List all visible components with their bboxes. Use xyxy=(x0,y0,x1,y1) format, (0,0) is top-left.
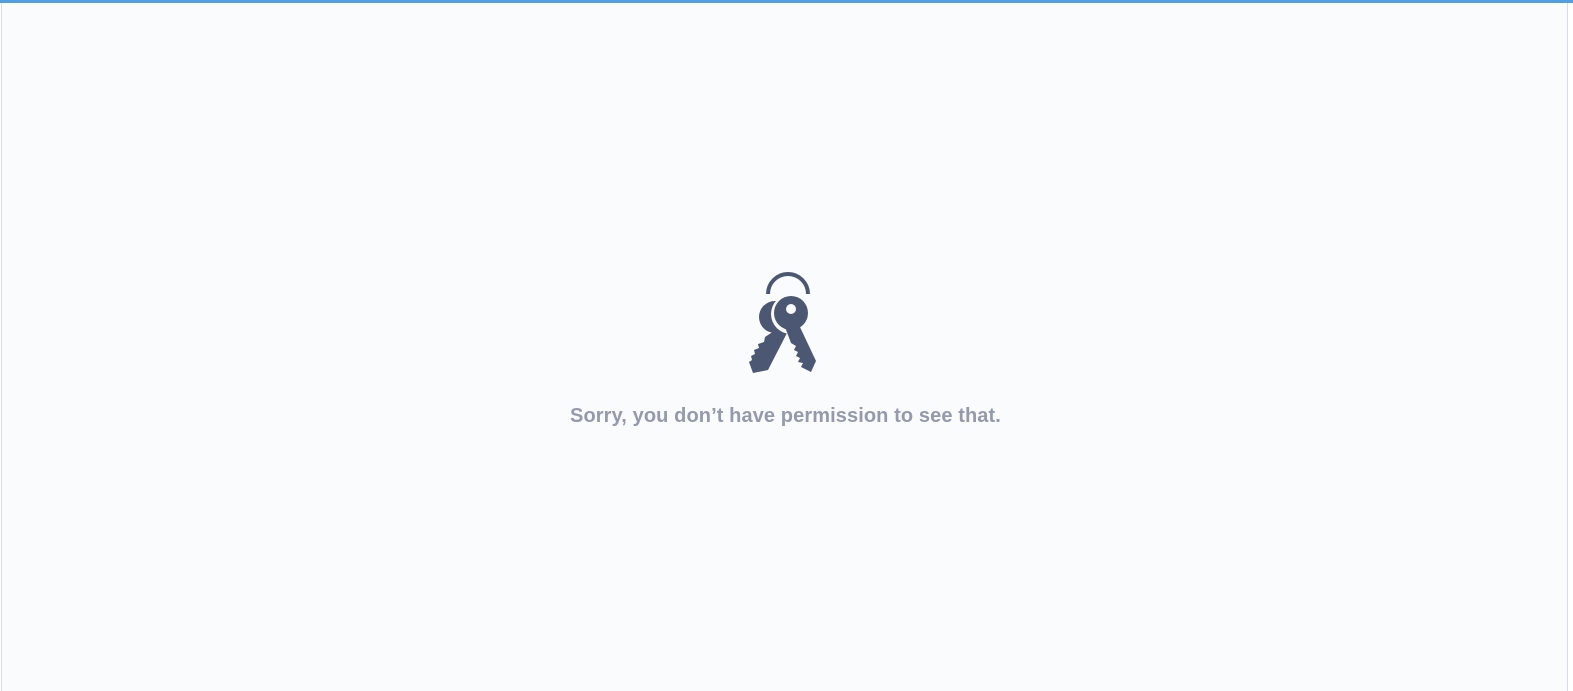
permission-denied-state: Sorry, you don’t have permission to see … xyxy=(2,267,1569,428)
window-edge xyxy=(1568,3,1573,691)
keys-icon xyxy=(748,272,816,373)
permission-denied-message: Sorry, you don’t have permission to see … xyxy=(570,405,1001,427)
main-content: Sorry, you don’t have permission to see … xyxy=(1,3,1568,691)
